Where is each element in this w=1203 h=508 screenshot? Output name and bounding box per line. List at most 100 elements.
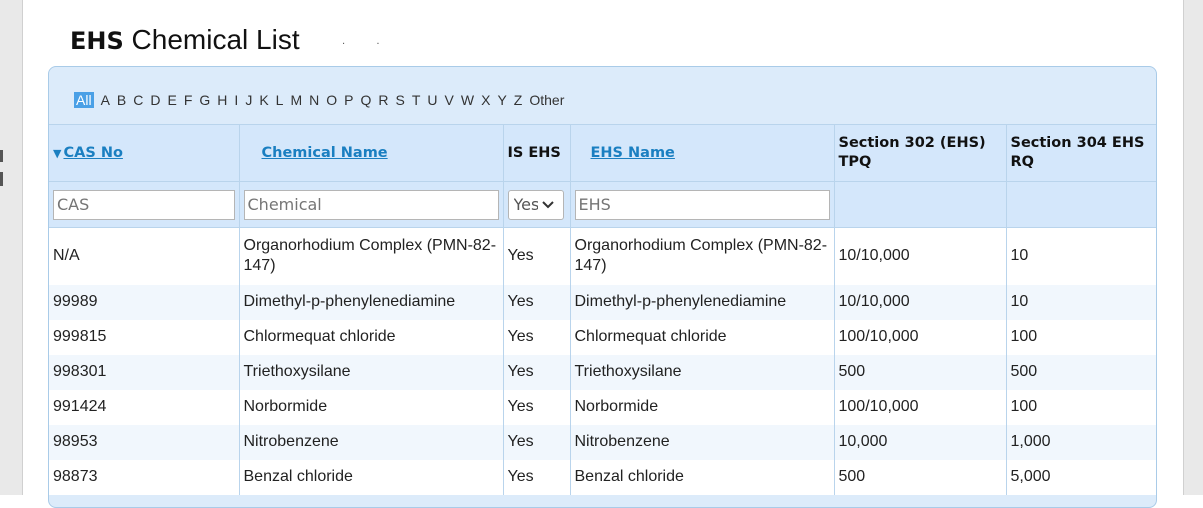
alphabet-filter-all[interactable]: All (74, 92, 94, 108)
is-ehs-cell: Yes (503, 284, 571, 320)
is-ehs-cell: Yes (503, 424, 571, 460)
alphabet-filter-h[interactable]: H (214, 92, 231, 108)
left-edge-mark (0, 150, 3, 162)
ehs-name-cell: Norbormide (570, 389, 835, 425)
alphabet-filter-j[interactable]: J (242, 92, 256, 108)
ehs-filter-input[interactable] (574, 189, 830, 220)
column-header-tpq: Section 302 (EHS) TPQ (834, 124, 1007, 182)
is-ehs-cell: Yes (503, 354, 571, 390)
page-title: EHS Chemical List (70, 24, 300, 56)
cas-filter-input[interactable] (53, 189, 235, 220)
column-header-rq: Section 304 EHS RQ (1006, 124, 1156, 182)
alphabet-filter-n[interactable]: N (306, 92, 323, 108)
tpq-cell: 100/10,000 (834, 389, 1007, 425)
table-row[interactable]: 999815 Chlormequat chloride Yes Chlormequat… (49, 319, 1156, 355)
column-header-ehs-name[interactable]: EHS Name (570, 124, 835, 182)
alphabet-filter-c[interactable]: C (130, 92, 147, 108)
column-header-chemical-name[interactable]: Chemical Name (239, 124, 504, 182)
alphabet-filter-q[interactable]: Q (357, 92, 375, 108)
alphabet-filter-d[interactable]: D (147, 92, 164, 108)
rq-cell: 500 (1006, 354, 1156, 390)
alphabet-filter-p[interactable]: P (341, 92, 357, 108)
alphabet-filter-w[interactable]: W (458, 92, 478, 108)
alphabet-filter-y[interactable]: Y (494, 92, 510, 108)
is-ehs-cell: Yes (503, 319, 571, 355)
chemical-name-cell: Dimethyl-p-phenylenediamine (239, 284, 504, 320)
alphabet-filter-s[interactable]: S (393, 92, 409, 108)
chemical-name-cell: Organorhodium Complex (PMN-82-147) (239, 227, 504, 285)
table-row[interactable]: N/A Organorhodium Complex (PMN-82-147) Yes… (49, 227, 1156, 285)
alphabet-filter-r[interactable]: R (375, 92, 392, 108)
table-row[interactable]: 98953 Nitrobenzene Yes Nitrobenzene 10,000 1,… (49, 424, 1156, 460)
tpq-cell: 10/10,000 (834, 284, 1007, 320)
table-row[interactable]: 99989 Dimethyl-p-phenylenediamine Yes Dimet… (49, 284, 1156, 320)
alphabet-filter-x[interactable]: X (478, 92, 494, 108)
chevron-down-icon (541, 200, 554, 208)
chemical-name-cell: Chlormequat chloride (239, 319, 504, 355)
page-title-bold: EHS (70, 27, 124, 55)
tpq-cell: 100/10,000 (834, 319, 1007, 355)
ehs-name-cell: Dimethyl-p-phenylenediamine (570, 284, 835, 320)
ehs-filter-cell (570, 181, 835, 228)
rq-cell: 1,000 (1006, 424, 1156, 460)
ehs-name-sort-link[interactable]: EHS Name (591, 145, 675, 161)
alphabet-filter-v[interactable]: V (442, 92, 458, 108)
alphabet-filter-other[interactable]: Other (526, 92, 568, 108)
is-ehs-filter-cell: Yes (503, 181, 571, 228)
tpq-cell: 500 (834, 459, 1007, 495)
alphabet-filter-b[interactable]: B (114, 92, 130, 108)
tpq-cell: 10,000 (834, 424, 1007, 460)
ehs-name-cell: Organorhodium Complex (PMN-82-147) (570, 227, 835, 285)
rq-cell: 10 (1006, 284, 1156, 320)
ehs-name-cell: Chlormequat chloride (570, 319, 835, 355)
alphabet-filter-u[interactable]: U (424, 92, 441, 108)
alphabet-filter-l[interactable]: L (273, 92, 288, 108)
cas-no-cell: 99989 (49, 284, 240, 320)
cas-no-cell: 991424 (49, 389, 240, 425)
table-header-row: ▼ CAS No Chemical Name IS EHS EHS Name Se… (49, 124, 1156, 182)
alphabet-filter-a[interactable]: A (98, 92, 114, 108)
alphabet-filter-g[interactable]: G (196, 92, 214, 108)
chemical-table: ▼ CAS No Chemical Name IS EHS EHS Name Se… (49, 124, 1156, 495)
chemical-name-cell: Triethoxysilane (239, 354, 504, 390)
ehs-name-cell: Nitrobenzene (570, 424, 835, 460)
is-ehs-cell: Yes (503, 227, 571, 285)
chemical-filter-input[interactable] (243, 189, 499, 220)
table-row[interactable]: 998301 Triethoxysilane Yes Triethoxysilane 5… (49, 354, 1156, 390)
rq-cell: 100 (1006, 389, 1156, 425)
rq-cell: 100 (1006, 319, 1156, 355)
chemical-name-cell: Benzal chloride (239, 459, 504, 495)
chemical-name-cell: Nitrobenzene (239, 424, 504, 460)
column-header-is-ehs: IS EHS (503, 124, 571, 182)
chemical-name-sort-link[interactable]: Chemical Name (262, 145, 388, 161)
is-ehs-filter-value: Yes (513, 195, 538, 214)
alphabet-filter-i[interactable]: I (231, 92, 242, 108)
page-title-rest: Chemical List (123, 24, 300, 55)
sort-desc-triangle-icon: ▼ (53, 146, 62, 160)
is-ehs-cell: Yes (503, 459, 571, 495)
column-header-cas-no[interactable]: ▼ CAS No (49, 124, 240, 182)
alphabet-filter-o[interactable]: O (323, 92, 341, 108)
alphabet-filter-k[interactable]: K (256, 92, 272, 108)
table-row[interactable]: 991424 Norbormide Yes Norbormide 100/10,000 1… (49, 389, 1156, 425)
cas-no-cell: 999815 (49, 319, 240, 355)
alphabet-filter-m[interactable]: M (287, 92, 306, 108)
is-ehs-filter-select[interactable]: Yes (507, 189, 564, 220)
ehs-name-cell: Benzal chloride (570, 459, 835, 495)
cas-no-cell: 998301 (49, 354, 240, 390)
table-row[interactable]: 98873 Benzal chloride Yes Benzal chloride 50… (49, 459, 1156, 495)
alphabet-filter-bar: All A B C D E F G H I J K L M N O P Q R S T U V W X Y Z Other (74, 91, 568, 109)
alphabet-filter-z[interactable]: Z (511, 92, 527, 108)
cas-no-sort-link[interactable]: CAS No (63, 145, 122, 161)
cas-no-cell: 98873 (49, 459, 240, 495)
alphabet-filter-t[interactable]: T (409, 92, 425, 108)
filter-row: Yes (49, 181, 1156, 228)
title-dots: . . (342, 36, 394, 47)
cas-no-cell: 98953 (49, 424, 240, 460)
tpq-filter-cell (834, 181, 1007, 228)
cas-filter-cell (49, 181, 240, 228)
rq-cell: 5,000 (1006, 459, 1156, 495)
alphabet-filter-f[interactable]: F (181, 92, 197, 108)
alphabet-filter-e[interactable]: E (165, 92, 181, 108)
tpq-cell: 500 (834, 354, 1007, 390)
